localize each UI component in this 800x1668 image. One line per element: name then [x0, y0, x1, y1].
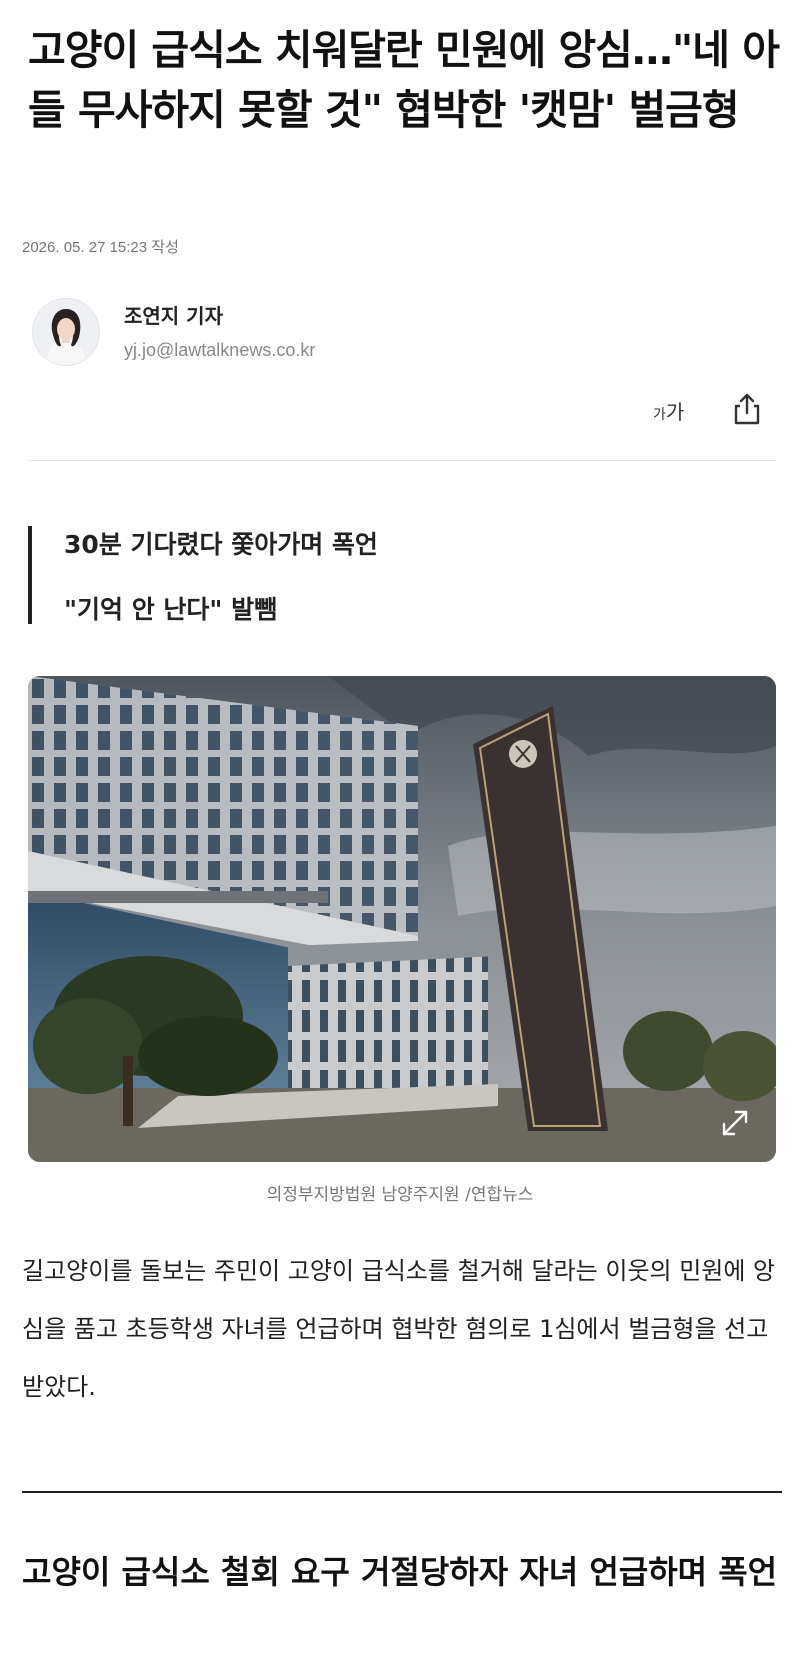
font-size-small-glyph: 가	[653, 407, 666, 423]
share-button[interactable]	[732, 392, 762, 426]
font-size-button[interactable]: 가가	[653, 396, 684, 425]
article-date: 2026. 05. 27 15:23 작성	[22, 239, 179, 256]
photo-caption: 의정부지방법원 남양주지원 /연합뉴스	[266, 1185, 534, 1205]
author-avatar[interactable]	[32, 298, 100, 366]
article-page: 고양이 급식소 치워달란 민원에 앙심…"네 아들 무사하지 못할 것" 협박한…	[0, 0, 800, 1668]
expand-photo-button[interactable]	[718, 1106, 752, 1140]
summary-quote-bar	[28, 526, 32, 624]
article-headline: 고양이 급식소 치워달란 민원에 앙심…"네 아들 무사하지 못할 것" 협박한…	[28, 26, 780, 134]
article-photo[interactable]	[28, 676, 776, 1162]
section-heading: 고양이 급식소 철회 요구 거절당하자 자녀 언급하며 폭언	[22, 1553, 778, 1591]
author-name[interactable]: 조연지 기자	[124, 300, 223, 329]
article-body-paragraph: 길고양이를 돌보는 주민이 고양이 급식소를 철거해 달라는 이웃의 민원에 앙…	[22, 1257, 776, 1401]
courthouse-photo	[28, 676, 776, 1162]
summary-line-2: "기억 안 난다" 발뺌	[64, 595, 278, 624]
summary-line-1: 30분 기다렸다 쫓아가며 폭언	[64, 530, 378, 559]
section-divider	[22, 1491, 782, 1493]
author-email[interactable]: yj.jo@lawtalknews.co.kr	[124, 340, 315, 361]
font-size-large-glyph: 가	[665, 400, 685, 424]
share-icon	[734, 393, 760, 425]
header-divider	[28, 460, 776, 461]
expand-icon	[722, 1110, 748, 1136]
author-photo	[33, 299, 99, 365]
